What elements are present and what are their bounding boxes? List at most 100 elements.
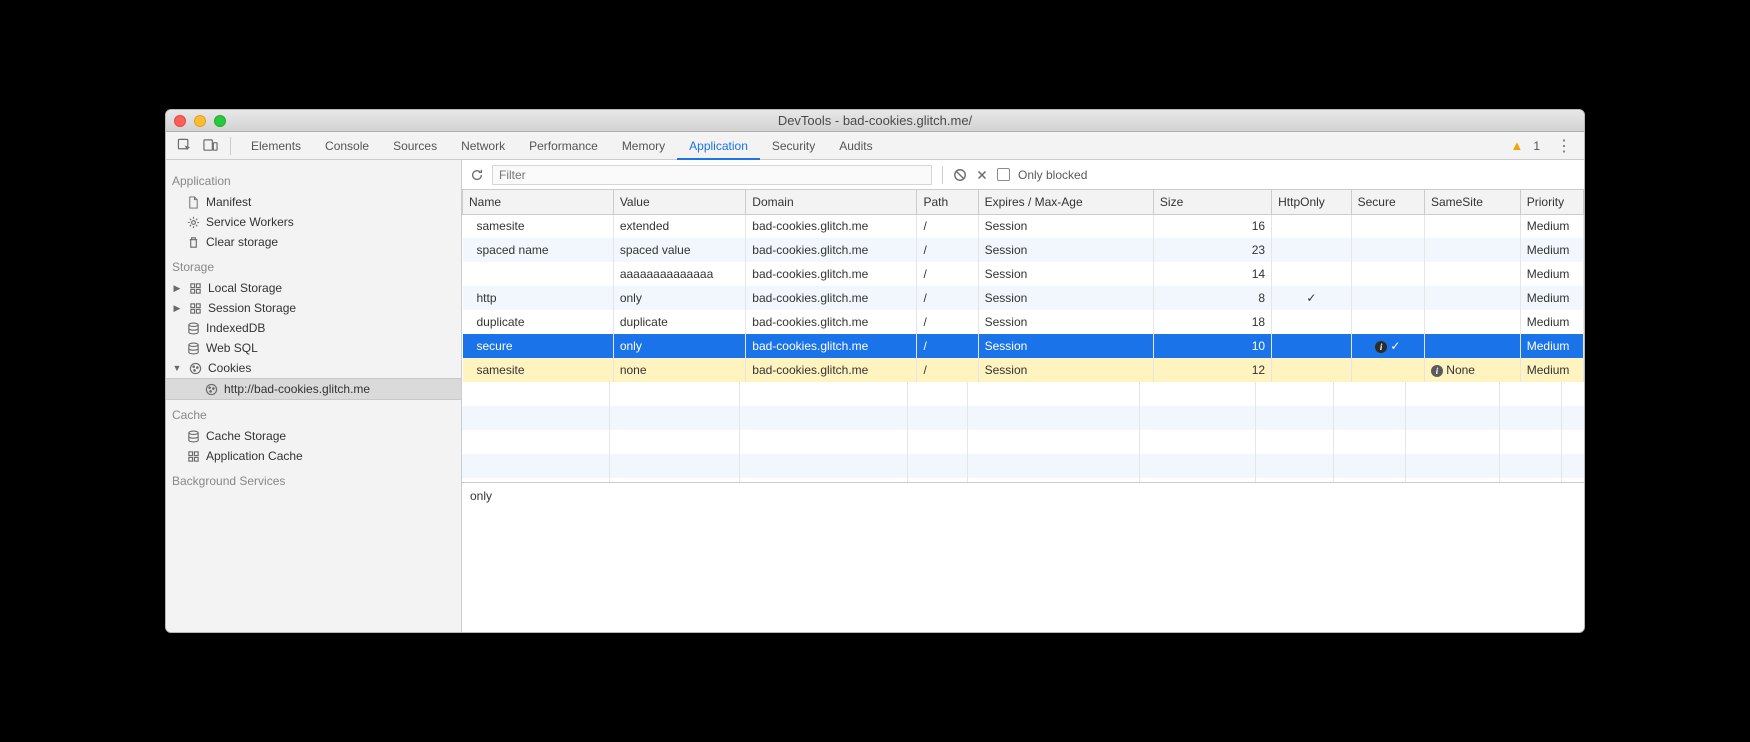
sidebar-item-label: Cookies xyxy=(208,361,251,375)
table-filler xyxy=(462,382,1584,482)
database-icon xyxy=(186,321,200,335)
column-header[interactable]: Path xyxy=(917,190,978,214)
inspect-element-icon[interactable] xyxy=(172,134,196,158)
filter-input[interactable] xyxy=(492,165,932,185)
sidebar-item-cache-storage[interactable]: Cache Storage xyxy=(166,426,461,446)
expand-arrow-icon[interactable]: ▶ xyxy=(172,303,182,314)
storage-icon xyxy=(188,281,202,295)
table-row[interactable]: duplicateduplicatebad-cookies.glitch.me/… xyxy=(463,310,1584,334)
table-row[interactable]: aaaaaaaaaaaaaabad-cookies.glitch.me/Sess… xyxy=(463,262,1584,286)
table-row[interactable]: samesiteextendedbad-cookies.glitch.me/Se… xyxy=(463,214,1584,238)
cell-httponly xyxy=(1272,310,1351,334)
expand-arrow-icon[interactable]: ▶ xyxy=(172,283,182,294)
column-header[interactable]: Value xyxy=(613,190,745,214)
column-header[interactable]: Domain xyxy=(746,190,917,214)
sidebar-item-application-cache[interactable]: Application Cache xyxy=(166,446,461,466)
tab-application[interactable]: Application xyxy=(677,132,760,160)
section-cache-title: Cache xyxy=(166,400,461,426)
section-storage-title: Storage xyxy=(166,252,461,278)
cell-path: / xyxy=(917,238,978,262)
cell-samesite xyxy=(1424,214,1520,238)
column-header[interactable]: Secure xyxy=(1351,190,1424,214)
sidebar-item-label: Application Cache xyxy=(206,449,303,463)
cell-priority: Medium xyxy=(1520,334,1583,358)
tab-performance[interactable]: Performance xyxy=(517,132,610,160)
delete-selected-icon[interactable] xyxy=(975,168,989,182)
cell-secure xyxy=(1351,214,1424,238)
cell-priority: Medium xyxy=(1520,286,1583,310)
column-header[interactable]: Size xyxy=(1153,190,1271,214)
refresh-icon[interactable] xyxy=(470,168,484,182)
tab-security[interactable]: Security xyxy=(760,132,827,160)
cell-priority: Medium xyxy=(1520,238,1583,262)
cell-value: only xyxy=(613,334,745,358)
tab-audits[interactable]: Audits xyxy=(827,132,884,160)
kebab-menu-icon[interactable]: ⋮ xyxy=(1550,136,1578,156)
cell-size: 10 xyxy=(1153,334,1271,358)
cell-domain: bad-cookies.glitch.me xyxy=(746,334,917,358)
table-row[interactable]: secureonlybad-cookies.glitch.me/Session1… xyxy=(463,334,1584,358)
column-header[interactable]: Priority xyxy=(1520,190,1583,214)
cell-name: spaced name xyxy=(463,238,614,262)
cell-expires: Session xyxy=(978,286,1153,310)
cell-domain: bad-cookies.glitch.me xyxy=(746,286,917,310)
table-row[interactable]: httponlybad-cookies.glitch.me/Session8✓M… xyxy=(463,286,1584,310)
cookie-detail-panel: only xyxy=(462,482,1584,632)
sidebar-item-manifest[interactable]: Manifest xyxy=(166,192,461,212)
only-blocked-label: Only blocked xyxy=(1018,168,1087,182)
sidebar-item-cookie-origin[interactable]: http://bad-cookies.glitch.me xyxy=(166,378,461,400)
cell-expires: Session xyxy=(978,358,1153,382)
sidebar-item-cookies[interactable]: ▼ Cookies xyxy=(166,358,461,378)
cookie-detail-value: only xyxy=(470,489,492,503)
column-header[interactable]: Name xyxy=(463,190,614,214)
cell-samesite: i None xyxy=(1424,358,1520,382)
cookies-toolbar: Only blocked xyxy=(462,160,1584,190)
cell-path: / xyxy=(917,214,978,238)
sidebar-item-clear-storage[interactable]: Clear storage xyxy=(166,232,461,252)
sidebar-item-indexeddb[interactable]: IndexedDB xyxy=(166,318,461,338)
cell-samesite xyxy=(1424,286,1520,310)
tab-memory[interactable]: Memory xyxy=(610,132,677,160)
tab-elements[interactable]: Elements xyxy=(239,132,313,160)
cell-secure xyxy=(1351,358,1424,382)
window-title: DevTools - bad-cookies.glitch.me/ xyxy=(166,113,1584,128)
device-toolbar-icon[interactable] xyxy=(198,134,222,158)
tab-sources[interactable]: Sources xyxy=(381,132,449,160)
column-header[interactable]: SameSite xyxy=(1424,190,1520,214)
only-blocked-checkbox[interactable] xyxy=(997,168,1010,181)
column-header[interactable]: HttpOnly xyxy=(1272,190,1351,214)
sidebar-item-service-workers[interactable]: Service Workers xyxy=(166,212,461,232)
section-application-title: Application xyxy=(166,166,461,192)
table-row[interactable]: samesitenonebad-cookies.glitch.me/Sessio… xyxy=(463,358,1584,382)
cell-expires: Session xyxy=(978,310,1153,334)
cell-size: 16 xyxy=(1153,214,1271,238)
storage-icon xyxy=(186,449,200,463)
cell-secure xyxy=(1351,310,1424,334)
table-row[interactable]: spaced namespaced valuebad-cookies.glitc… xyxy=(463,238,1584,262)
cell-domain: bad-cookies.glitch.me xyxy=(746,262,917,286)
database-icon xyxy=(186,341,200,355)
cell-size: 12 xyxy=(1153,358,1271,382)
sidebar-item-session-storage[interactable]: ▶ Session Storage xyxy=(166,298,461,318)
warning-count[interactable]: 1 xyxy=(1533,139,1540,153)
clear-all-icon[interactable] xyxy=(953,168,967,182)
sidebar-item-label: http://bad-cookies.glitch.me xyxy=(224,382,370,396)
cell-samesite xyxy=(1424,238,1520,262)
divider xyxy=(230,137,231,155)
column-header[interactable]: Expires / Max-Age xyxy=(978,190,1153,214)
sidebar-item-websql[interactable]: Web SQL xyxy=(166,338,461,358)
tab-network[interactable]: Network xyxy=(449,132,517,160)
collapse-arrow-icon[interactable]: ▼ xyxy=(172,363,182,373)
main-tabs-bar: ElementsConsoleSourcesNetworkPerformance… xyxy=(166,132,1584,160)
cell-value: none xyxy=(613,358,745,382)
cell-domain: bad-cookies.glitch.me xyxy=(746,238,917,262)
tab-console[interactable]: Console xyxy=(313,132,381,160)
titlebar: DevTools - bad-cookies.glitch.me/ xyxy=(166,110,1584,132)
sidebar-item-local-storage[interactable]: ▶ Local Storage xyxy=(166,278,461,298)
cell-httponly xyxy=(1272,334,1351,358)
warning-icon[interactable]: ▲ xyxy=(1510,138,1523,153)
cell-value: only xyxy=(613,286,745,310)
cell-value: duplicate xyxy=(613,310,745,334)
cell-value: spaced value xyxy=(613,238,745,262)
trash-icon xyxy=(186,235,200,249)
